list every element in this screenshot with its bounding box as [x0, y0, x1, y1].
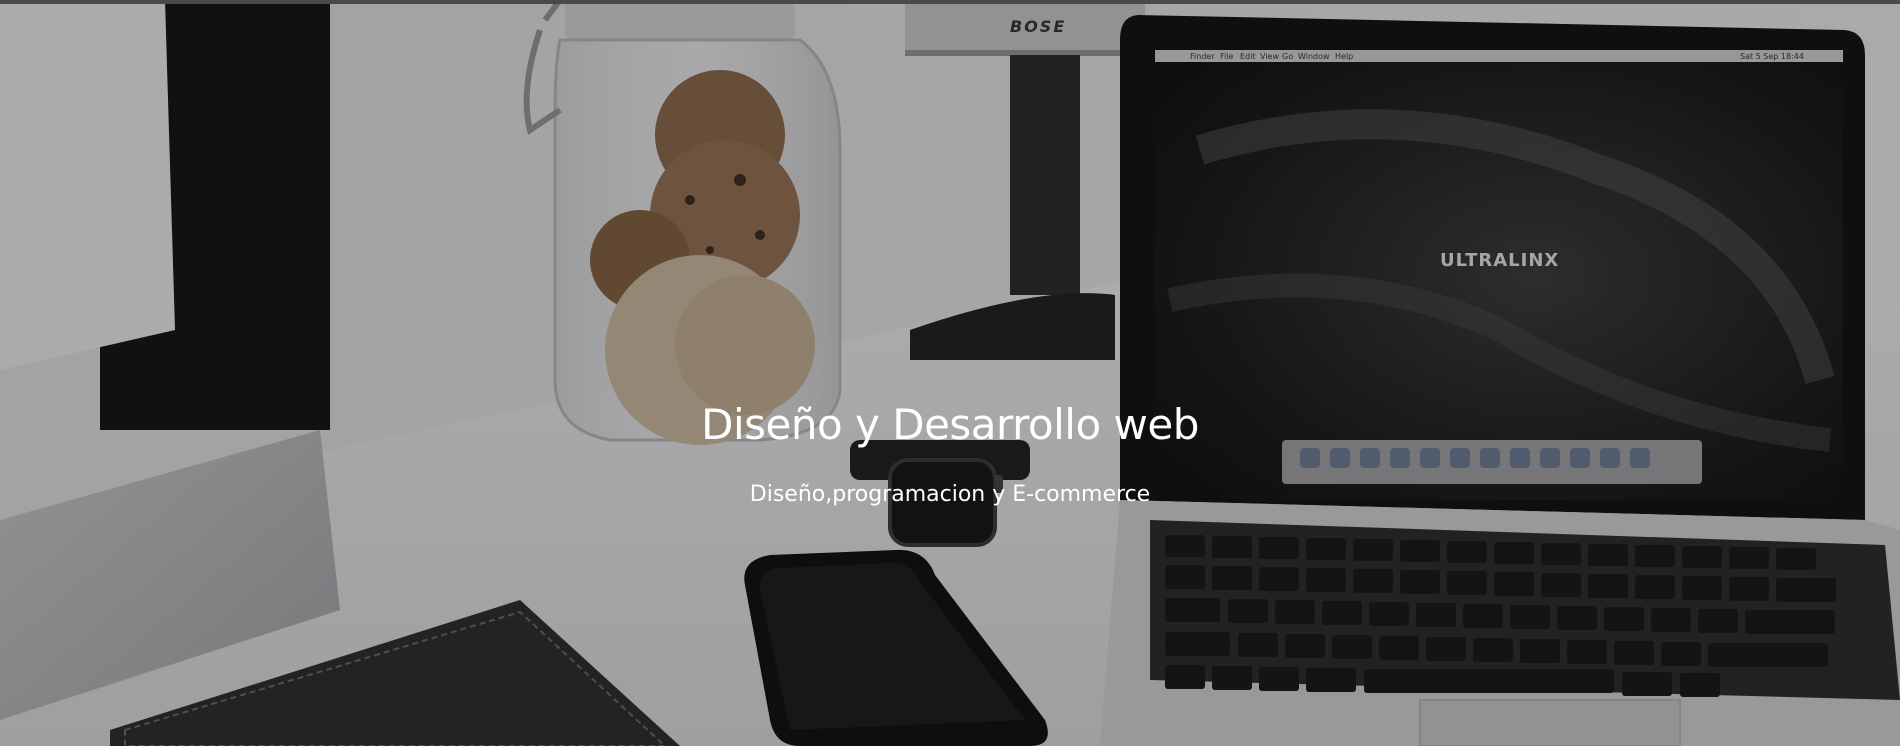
- hero-section: BOSE Finder File Edit View Go Window Hel…: [0, 0, 1900, 746]
- hero-title: Diseño y Desarrollo web: [701, 400, 1199, 449]
- hero-subtitle: Diseño,programacion y E-commerce: [749, 482, 1151, 507]
- top-border: [0, 0, 1900, 4]
- hero-text-block: Diseño y Desarrollo web Diseño,programac…: [0, 0, 1900, 746]
